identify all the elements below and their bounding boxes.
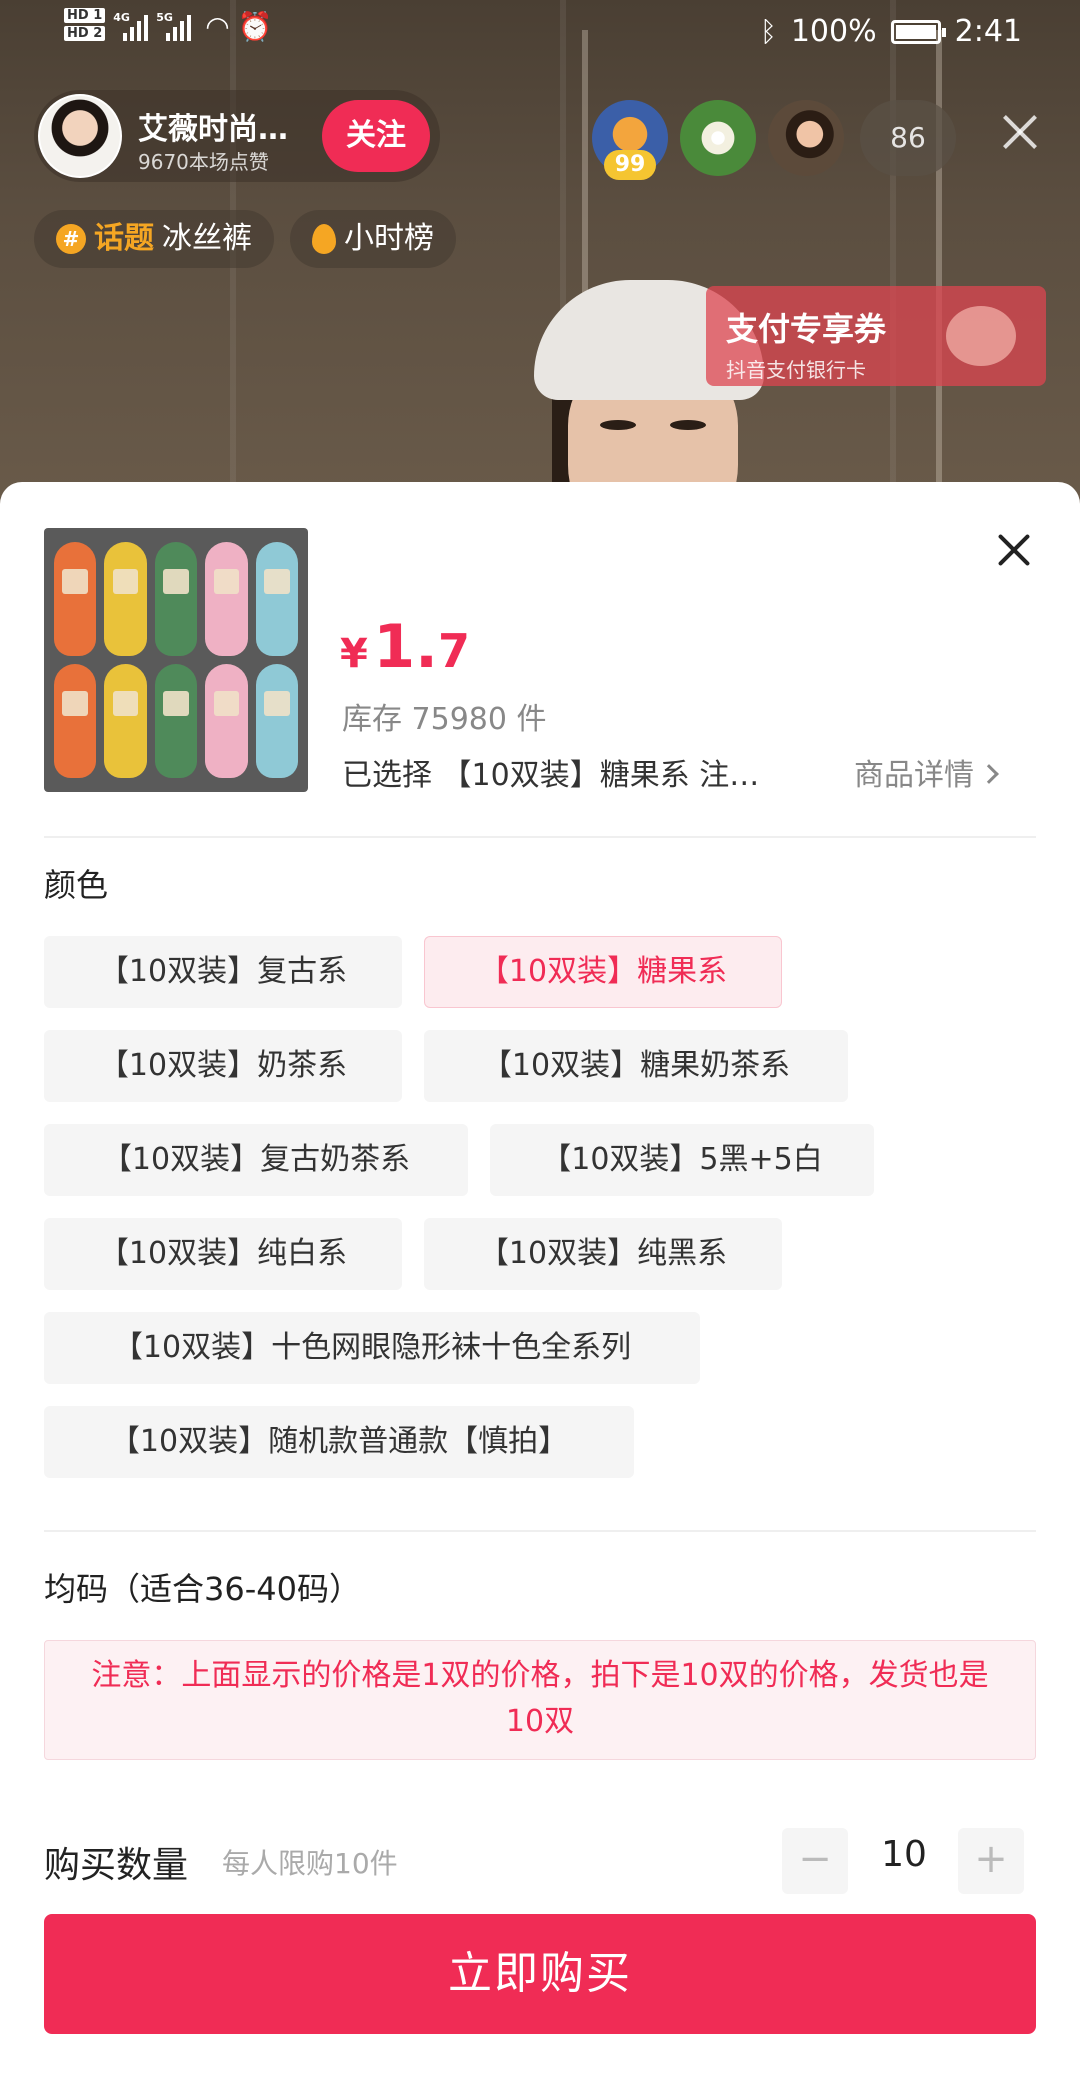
alarm-icon: ⏰ xyxy=(237,9,273,43)
color-section-label: 颜色 xyxy=(44,866,109,904)
signal-icon: 5G xyxy=(156,11,192,41)
background-pole xyxy=(936,30,942,490)
close-icon[interactable] xyxy=(996,532,1032,568)
viewer-rank-badge: 99 xyxy=(604,150,656,180)
viewer-avatar[interactable] xyxy=(768,100,844,176)
color-option[interactable]: 【10双装】纯白系 xyxy=(44,1218,402,1290)
host-info[interactable]: 艾薇时尚… 9670本场点赞 关注 xyxy=(34,90,440,182)
sock-image xyxy=(54,542,97,656)
topic-tag[interactable]: # 话题 冰丝裤 xyxy=(34,210,274,268)
sock-image xyxy=(154,542,198,656)
viewer-avatar[interactable] xyxy=(680,100,756,176)
sock-image xyxy=(255,664,298,778)
color-option[interactable]: 【10双装】糖果奶茶系 xyxy=(424,1030,848,1102)
price-notice: 注意：上面显示的价格是1双的价格，拍下是10双的价格，发货也是10双 xyxy=(44,1640,1036,1760)
product-price: ¥ 1.7 xyxy=(340,612,470,682)
size-section-label: 均码（适合36-40码） xyxy=(44,1570,361,1608)
clock: 2:41 xyxy=(954,14,1022,49)
product-detail-link[interactable]: 商品详情 xyxy=(854,750,999,794)
color-option[interactable]: 【10双装】5黑+5白 xyxy=(490,1124,874,1196)
coupon-decoration xyxy=(946,306,1016,366)
sock-image xyxy=(54,664,97,778)
quantity-increase-button[interactable]: + xyxy=(958,1828,1024,1894)
sku-selection-sheet: ¥ 1.7 库存 75980 件 已选择 【10双装】糖果系 注… 商品详情 颜… xyxy=(0,482,1080,2091)
color-option[interactable]: 【10双装】随机款普通款【慎拍】 xyxy=(44,1406,634,1478)
buy-now-button[interactable]: 立即购买 xyxy=(44,1914,1036,2034)
viewer-count[interactable]: 86 xyxy=(860,100,956,176)
hd-indicator: HD 1 HD 2 xyxy=(64,8,106,44)
flame-icon xyxy=(312,224,336,254)
wifi-icon: ◠ xyxy=(205,9,230,43)
color-option[interactable]: 【10双装】纯黑系 xyxy=(424,1218,782,1290)
divider xyxy=(44,1530,1036,1532)
quantity-value[interactable]: 10 xyxy=(864,1834,944,1875)
payment-coupon-banner[interactable]: 支付专享券 抖音支付银行卡 xyxy=(706,286,1046,386)
signal-area: HD 1 HD 2 4G 5G ◠ ⏰ xyxy=(64,8,273,44)
bluetooth-icon: ᛒ xyxy=(760,15,777,48)
sock-image xyxy=(104,664,147,778)
hashtag-icon: # xyxy=(56,224,86,254)
color-option[interactable]: 【10双装】十色网眼隐形袜十色全系列 xyxy=(44,1312,700,1384)
status-bar: HD 1 HD 2 4G 5G ◠ ⏰ ᛒ 100% 2:41 xyxy=(0,0,1080,70)
sock-image xyxy=(154,664,198,778)
host-name: 艾薇时尚… xyxy=(138,112,288,147)
stock-count: 库存 75980 件 xyxy=(342,702,547,737)
sock-image xyxy=(205,664,248,778)
signal-icon: 4G xyxy=(113,11,149,41)
host-likes: 9670本场点赞 xyxy=(138,150,269,174)
color-option[interactable]: 【10双装】复古奶茶系 xyxy=(44,1124,468,1196)
follow-button[interactable]: 关注 xyxy=(322,100,430,172)
battery-percent: 100% xyxy=(790,14,877,49)
status-right: ᛒ 100% 2:41 xyxy=(760,14,1022,49)
color-option[interactable]: 【10双装】奶茶系 xyxy=(44,1030,402,1102)
product-thumbnail[interactable] xyxy=(44,528,308,792)
sock-image xyxy=(255,542,298,656)
selected-variant: 已选择 【10双装】糖果系 注… xyxy=(342,758,760,793)
quantity-decrease-button[interactable]: − xyxy=(782,1828,848,1894)
battery-icon xyxy=(890,19,946,44)
quantity-label: 购买数量 xyxy=(44,1845,189,1886)
sock-image xyxy=(205,542,248,656)
chevron-right-icon xyxy=(979,764,999,784)
host-avatar[interactable] xyxy=(38,94,122,178)
color-option-selected[interactable]: 【10双装】糖果系 xyxy=(424,936,782,1008)
sock-image xyxy=(104,542,147,656)
hourly-rank-tag[interactable]: 小时榜 xyxy=(290,210,456,268)
close-live-icon[interactable] xyxy=(1000,112,1040,152)
divider xyxy=(44,836,1036,838)
color-option[interactable]: 【10双装】复古系 xyxy=(44,936,402,1008)
quantity-limit: 每人限购10件 xyxy=(222,1847,398,1880)
